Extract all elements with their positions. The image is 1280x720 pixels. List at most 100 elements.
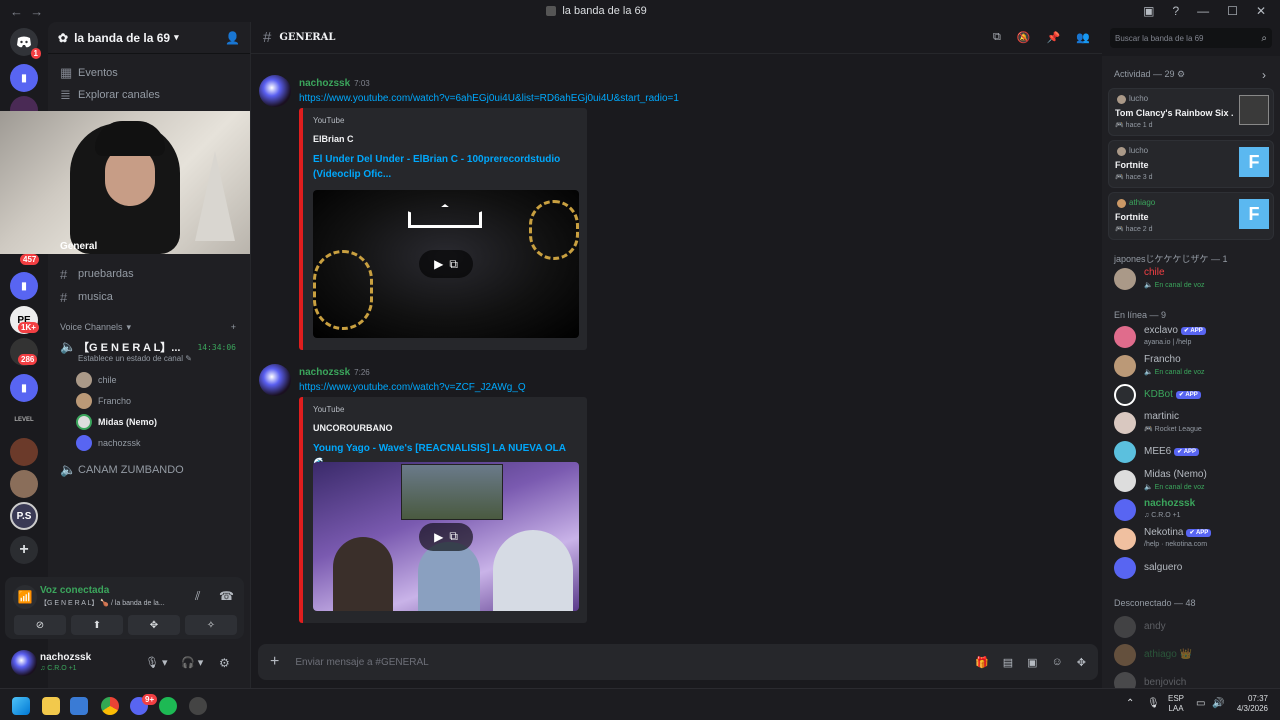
gift-icon[interactable]: 🎁 bbox=[975, 656, 989, 669]
channel-musica[interactable]: # musica bbox=[56, 286, 242, 308]
settings-gear-icon[interactable]: ⚙ bbox=[219, 656, 230, 670]
noise-suppression-icon[interactable]: ⫽ bbox=[195, 589, 200, 604]
discord-home-icon[interactable]: 1 bbox=[10, 28, 41, 59]
member-nachozssk[interactable]: nachozssk ♫ C.R.O +1 bbox=[1114, 497, 1274, 525]
add-member-icon[interactable]: 👤 bbox=[225, 31, 240, 45]
video-thumbnail[interactable]: ▶ ⧉ bbox=[313, 462, 579, 611]
member-andy[interactable]: andy bbox=[1114, 614, 1274, 642]
embed-author[interactable]: UNCOROURBANO bbox=[313, 423, 393, 433]
voice-user[interactable]: chile bbox=[76, 372, 117, 388]
add-channel-icon[interactable]: + bbox=[231, 322, 236, 332]
sticker-icon[interactable]: ▣ bbox=[1027, 656, 1037, 669]
member-francho[interactable]: Francho 🔈 En canal de voz bbox=[1114, 353, 1274, 381]
activities-button[interactable]: ✥ bbox=[128, 615, 180, 635]
voice-user[interactable]: nachozssk bbox=[76, 435, 141, 451]
gif-icon[interactable]: ▤ bbox=[1003, 656, 1013, 669]
play-button[interactable]: ▶ ⧉ bbox=[419, 250, 473, 278]
emoji-icon[interactable]: ☺ bbox=[1052, 656, 1063, 669]
video-thumbnail[interactable]: ▶ ⧉ bbox=[313, 190, 579, 338]
help-icon[interactable]: ? bbox=[1172, 4, 1179, 18]
message-link[interactable]: https://www.youtube.com/watch?v=6ahEGj0u… bbox=[299, 93, 679, 104]
member-nekotina[interactable]: Nekotina ✔ APP /help · nekotina.com bbox=[1114, 526, 1274, 554]
voice-user[interactable]: Francho bbox=[76, 393, 131, 409]
folder-icon[interactable]: ▮ bbox=[10, 272, 38, 300]
apps-icon[interactable]: ✥ bbox=[1077, 656, 1086, 669]
embed-title[interactable]: El Under Del Under - ElBrian C - 100prer… bbox=[313, 152, 573, 182]
store-icon[interactable] bbox=[70, 697, 88, 715]
mute-bell-icon[interactable]: 🔕 bbox=[1017, 31, 1031, 44]
server-icon[interactable] bbox=[10, 438, 38, 466]
member-martinic[interactable]: martinic 🎮 Rocket League bbox=[1114, 410, 1274, 438]
guild-header[interactable]: ✿ la banda de la 69 ▾ 👤 bbox=[48, 22, 250, 54]
member-salguero[interactable]: salguero bbox=[1114, 555, 1274, 583]
volume-icon[interactable]: 🔊 bbox=[1212, 698, 1224, 709]
activity-card[interactable]: lucho Tom Clancy's Rainbow Six ... 🎮 hac… bbox=[1108, 88, 1274, 136]
embed-author[interactable]: ElBrian C bbox=[313, 134, 354, 144]
voice-channel-link[interactable]: 【G E N E R A L】 🍗 / la banda de la... bbox=[40, 598, 190, 608]
language-indicator[interactable]: ESP LAA bbox=[1168, 694, 1184, 714]
message-input[interactable]: Enviar mensaje a #GENERAL bbox=[295, 657, 975, 668]
screen-share-button[interactable]: ⬆ bbox=[71, 615, 123, 635]
app-icon[interactable] bbox=[189, 697, 207, 715]
activity-header[interactable]: Actividad — 29 ⚙ bbox=[1114, 69, 1185, 80]
browse-channels-item[interactable]: ≣ Explorar canales bbox=[56, 84, 242, 106]
channel-general[interactable]: General bbox=[60, 239, 250, 253]
message-link[interactable]: https://www.youtube.com/watch?v=ZCF_J2AW… bbox=[299, 382, 526, 393]
threads-icon[interactable]: ⧉ bbox=[993, 31, 1001, 44]
close-button[interactable]: ✕ bbox=[1256, 4, 1266, 18]
members-icon[interactable]: 👥 bbox=[1076, 31, 1090, 44]
webcam-overlay[interactable]: General bbox=[0, 111, 254, 254]
server-icon[interactable] bbox=[10, 470, 38, 498]
pin-icon[interactable]: 📌 bbox=[1047, 31, 1061, 44]
message-author[interactable]: nachozssk 7:26 bbox=[299, 367, 370, 378]
activity-card[interactable]: lucho Fortnite 🎮 hace 3 d F bbox=[1108, 140, 1274, 188]
nav-arrows[interactable]: ← → bbox=[10, 4, 50, 19]
folder-icon[interactable]: ▮ bbox=[10, 64, 38, 92]
clock[interactable]: 07:37 4/3/2026 bbox=[1232, 694, 1268, 714]
activity-card[interactable]: athiago Fortnite 🎮 hace 2 d F bbox=[1108, 192, 1274, 240]
tray-chevron-icon[interactable]: ⌃ bbox=[1126, 698, 1134, 709]
avatar[interactable] bbox=[259, 364, 291, 396]
search-box[interactable]: Buscar la banda de la 69 ⌕ bbox=[1110, 28, 1272, 48]
headphones-icon[interactable]: 🎧 ▾ bbox=[181, 656, 203, 669]
microphone-icon[interactable]: 🎙 ▾ bbox=[145, 656, 168, 669]
voice-status-hint[interactable]: Establece un estado de canal ✎ bbox=[78, 354, 192, 363]
spotify-icon[interactable] bbox=[159, 697, 177, 715]
camera-button[interactable]: ⊘ bbox=[14, 615, 66, 635]
voice-status[interactable]: Voz conectada bbox=[40, 585, 109, 596]
forward-arrow-icon[interactable]: → bbox=[30, 4, 43, 19]
avatar[interactable] bbox=[259, 75, 291, 107]
chevron-right-icon[interactable]: › bbox=[1262, 68, 1266, 82]
events-item[interactable]: ▦ Eventos bbox=[56, 62, 242, 84]
member-kdbot[interactable]: KDBot ✔ APP bbox=[1114, 382, 1274, 410]
member-exclavo[interactable]: exclavo ✔ APP ayana.io | /help bbox=[1114, 324, 1274, 352]
minimize-button[interactable]: — bbox=[1197, 4, 1209, 18]
add-attachment-icon[interactable]: + bbox=[270, 653, 279, 671]
play-button[interactable]: ▶ ⧉ bbox=[419, 522, 473, 551]
soundboard-button[interactable]: ✧ bbox=[185, 615, 237, 635]
member-benjovich[interactable]: benjovich bbox=[1114, 670, 1274, 688]
windows-start-icon[interactable] bbox=[12, 697, 30, 715]
network-icon[interactable]: ▭ bbox=[1196, 698, 1205, 709]
voice-user[interactable]: Midas (Nemo) bbox=[76, 414, 157, 430]
signal-icon[interactable]: 📶 bbox=[13, 585, 37, 609]
inbox-icon[interactable]: ▣ bbox=[1143, 4, 1154, 18]
file-explorer-icon[interactable] bbox=[42, 697, 60, 715]
back-arrow-icon[interactable]: ← bbox=[10, 4, 23, 19]
mic-tray-icon[interactable]: 🎙 bbox=[1147, 698, 1160, 709]
voice-channel-canam[interactable]: 🔈 CANAM ZUMBANDO bbox=[56, 459, 242, 481]
add-server-icon[interactable]: + bbox=[10, 536, 38, 564]
member-chile[interactable]: chile 🔈 En canal de voz bbox=[1114, 266, 1274, 294]
member-midas[interactable]: Midas (Nemo) 🔈 En canal de voz bbox=[1114, 468, 1274, 496]
member-mee6[interactable]: MEE6 ✔ APP bbox=[1114, 439, 1274, 467]
search-input[interactable]: Buscar la banda de la 69 bbox=[1115, 34, 1261, 43]
folder-icon[interactable]: ▮ bbox=[10, 374, 38, 402]
disconnect-icon[interactable]: ☎ bbox=[219, 589, 234, 603]
channel-pruebardas[interactable]: # pruebardas bbox=[56, 263, 242, 285]
username[interactable]: nachozssk bbox=[40, 652, 91, 663]
maximize-button[interactable]: ☐ bbox=[1227, 4, 1238, 18]
voice-channels-header[interactable]: Voice Channels ▾ + bbox=[56, 316, 242, 338]
server-ps[interactable]: P.S bbox=[10, 502, 38, 530]
chrome-icon[interactable] bbox=[101, 697, 119, 715]
member-athiago[interactable]: athiago 👑 bbox=[1114, 642, 1274, 670]
